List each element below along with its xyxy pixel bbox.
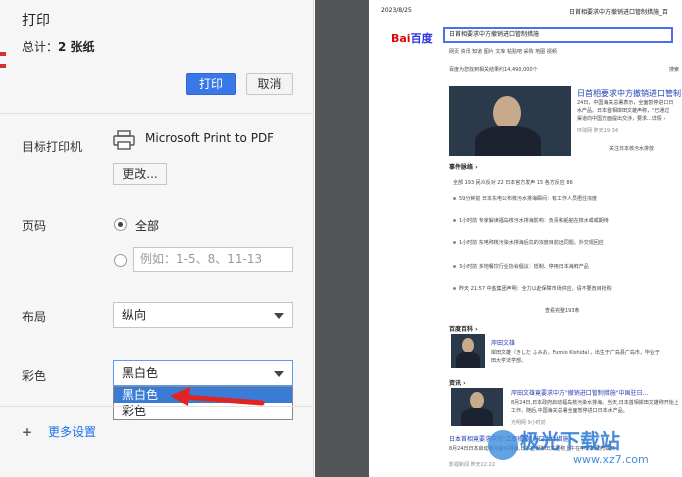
preview-baike-snippet: 岸田文雄（きしだ ふみお，Fumio Kishida），出生于广岛县广岛市，毕业… [491, 350, 660, 356]
preview-top-photo [449, 86, 571, 156]
preview-date: 2023/8/25 [381, 7, 412, 14]
watermark-url: www.xz7.com [573, 453, 649, 466]
preview-timeline-tabs: 全部 193 民众反对 22 日本官方发声 15 各方反应 86 [453, 180, 573, 186]
preview-header: 日首相要求中方撤销进口管制措施_百 [569, 9, 669, 16]
preview-event: 59分钟前 日本东电公布核污水排海瞬间：有工作人员捂住浓度 [453, 196, 597, 202]
preview-news-title: 岸田文雄竟要求中方"撤销进口管制措施"中国驻日... [511, 390, 649, 397]
preview-top-snippet: 渠道向中国方面提出交涉，要求...详情 › [577, 116, 666, 122]
preview-event: 1小时前 东电称核污染水排海后氚的浓度目前远同题。外交观回应 [453, 240, 604, 246]
preview-news-snippet: 8月24日,日本政府启动福岛核污染水排海。当天,日本首相岸田文雄称开始上 [511, 400, 679, 406]
preview-event: 3小时前 多地餐饮行业协会倡议：抵制、停用日本海鲜产品 [453, 264, 589, 270]
preview-news-snippet: 工作。随后,中国海关总署全面暂停进口日本水产品。 [511, 408, 628, 414]
logo-part-a: Bai [391, 32, 411, 45]
preview-search-box: 日首相要求中方撤销进口管制措施 [443, 27, 673, 43]
preview-follow: 关注日本核污水排放 [609, 146, 655, 152]
preview-news-heading: 资讯 › [449, 380, 466, 387]
preview-top-title: 日首相要求中方撤销进口管制 [577, 89, 681, 98]
preview-timeline-heading: 事件脉络 › [449, 164, 478, 171]
preview-top-source: 环球网 昨天19:34 [577, 128, 618, 134]
preview-event: 昨天 21:57 中盐集团声明：全力以赴保障市场供应，请不要盲目抢购 [453, 286, 612, 292]
preview-filter: 搜索 [669, 67, 680, 73]
preview-baike-heading: 百度百科 › [449, 326, 478, 333]
preview-result-count: 百度为您找到相关结果约14,490,000个 [449, 67, 538, 73]
preview-view-all: 查看完整193条 [545, 308, 580, 314]
preview-tabs: 网页 资讯 知道 图片 文库 帖贴吧 采购 地图 视频 [449, 49, 557, 55]
preview-news-photo [451, 388, 503, 426]
preview-news2-source: 影视新闻 昨天22:22 [449, 462, 495, 468]
logo-part-b: 百度 [410, 32, 433, 45]
preview-baike-photo [451, 334, 485, 368]
preview-baike-name: 岸田文雄 [491, 340, 516, 347]
print-preview-page: 2023/8/25 日首相要求中方撤销进口管制措施_百 Bai百度 日首相要求中… [369, 0, 682, 477]
baidu-logo: Bai百度 [391, 30, 433, 46]
preview-background [315, 0, 369, 477]
preview-event: 1小时前 专家解读福岛核污水排海影响：负责和船舶在核水或或期待 [453, 218, 609, 224]
watermark-text: 极光下载站 [520, 429, 620, 453]
watermark-logo-icon [488, 430, 518, 460]
preview-top-snippet: 24日，中国海关总署表示，全面暂停进口日 [577, 100, 674, 106]
preview-top-snippet: 水产品。日本首相岸田文雄声称，"已通过 [577, 108, 670, 114]
preview-baike-snippet: 田大学法学部。 [491, 358, 527, 364]
